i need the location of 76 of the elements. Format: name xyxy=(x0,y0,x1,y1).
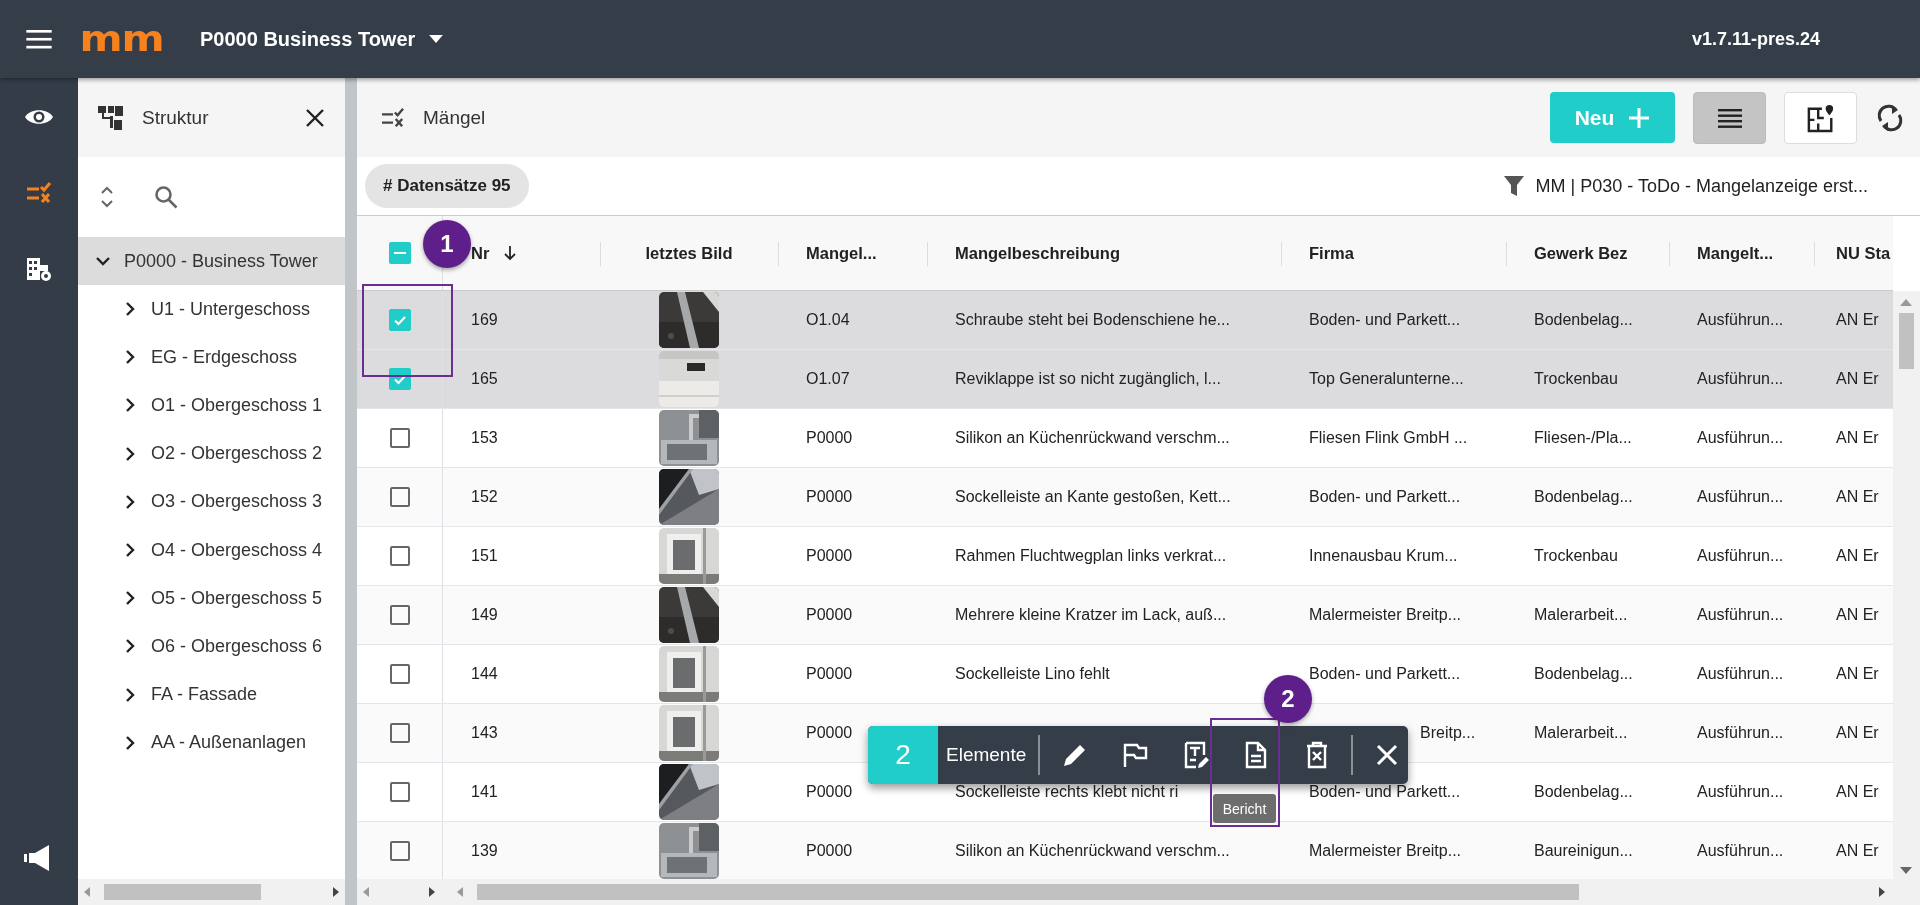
table-cell: Trockenbau xyxy=(1534,370,1618,388)
table-cell: Boden- und Parkett... xyxy=(1309,665,1461,683)
table-cell: P0000 xyxy=(806,606,853,624)
table-cell: AN Er xyxy=(1836,311,1879,329)
table-cell: P0000 xyxy=(806,724,853,742)
table-cell: P0000 xyxy=(806,783,853,801)
selection-count: 2 xyxy=(868,726,938,784)
tooltip: Bericht xyxy=(1213,794,1276,823)
table-cell: AN Er xyxy=(1836,606,1879,624)
table-cell: Ausführun... xyxy=(1697,606,1784,624)
table-cell: Baureinigun... xyxy=(1534,842,1633,860)
table-cell: Ausführun... xyxy=(1697,488,1784,506)
table-cell: Reviklappe ist so nicht zugänglich, l... xyxy=(955,370,1221,388)
table-cell: AN Er xyxy=(1836,429,1879,447)
table-cell: Bodenbelag... xyxy=(1534,488,1633,506)
panel-title: Struktur xyxy=(142,106,209,129)
table-cell: 153 xyxy=(471,429,498,447)
table-cell: Malermeister Breitp... xyxy=(1309,606,1462,624)
selection-label: Elemente xyxy=(945,744,1028,766)
table-cell: 165 xyxy=(471,370,498,388)
table-cell: AN Er xyxy=(1836,547,1879,565)
table-cell: AN Er xyxy=(1836,665,1879,683)
table-cell: Silikon an Küchenrückwand verschm... xyxy=(955,842,1230,860)
table-cell: AN Er xyxy=(1836,724,1879,742)
table-cell: AN Er xyxy=(1836,783,1879,801)
table-cell: Trockenbau xyxy=(1534,547,1618,565)
table-cell: Boden- und Parkett... xyxy=(1309,488,1461,506)
table-cell: P0000 xyxy=(806,842,853,860)
table-cell: Malerarbeit... xyxy=(1534,724,1628,742)
table-cell: P0000 xyxy=(806,488,853,506)
table-cell: 151 xyxy=(471,547,498,565)
table-cell: Fliesen-/Pla... xyxy=(1534,429,1632,447)
table-cell: 141 xyxy=(471,783,498,801)
table-cell: Rahmen Fluchtwegplan links verkrat... xyxy=(955,547,1227,565)
table-cell: AN Er xyxy=(1836,488,1879,506)
table-cell: Sockelleiste Lino fehlt xyxy=(955,665,1110,683)
table-cell: O1.07 xyxy=(806,370,850,388)
page-title: Mängel xyxy=(423,106,486,129)
table-cell: Fliesen Flink GmbH ... xyxy=(1309,429,1468,447)
table-cell: Ausführun... xyxy=(1697,547,1784,565)
table-cell: Sockelleiste rechts klebt nicht ri xyxy=(955,783,1179,801)
table-cell: Boden- und Parkett... xyxy=(1309,783,1461,801)
table-cell: Boden- und Parkett... xyxy=(1309,311,1461,329)
table-cell: Ausführun... xyxy=(1697,370,1784,388)
table-cell: AN Er xyxy=(1836,842,1879,860)
table-cell: Top Generalunterne... xyxy=(1309,370,1464,388)
version-label: v1.7.11-pres.24 xyxy=(1691,28,1820,50)
table-cell: 149 xyxy=(471,606,498,624)
table-cell: Ausführun... xyxy=(1697,724,1784,742)
table-cell: Sockelleiste an Kante gestoßen, Kett... xyxy=(955,488,1231,506)
table-cell: Ausführun... xyxy=(1697,665,1784,683)
table-cell: Malerarbeit... xyxy=(1534,606,1628,624)
table-cell: Innenausbau Krum... xyxy=(1309,547,1458,565)
table-cell: Ausführun... xyxy=(1697,842,1784,860)
table-cell: Breitp... xyxy=(1420,724,1476,742)
table-cell: P0000 xyxy=(806,665,853,683)
table-cell: 144 xyxy=(471,665,498,683)
table-cell: Ausführun... xyxy=(1697,429,1784,447)
table-cell: Mehrere kleine Kratzer im Lack, auß... xyxy=(955,606,1227,624)
table-cell: P0000 xyxy=(806,429,853,447)
table-cell: 169 xyxy=(471,311,498,329)
table-cell: Bodenbelag... xyxy=(1534,665,1633,683)
table-cell: P0000 xyxy=(806,547,853,565)
table-cell: Bodenbelag... xyxy=(1534,783,1633,801)
table-cell: AN Er xyxy=(1836,370,1879,388)
table-cell: 152 xyxy=(471,488,498,506)
table-cell: Ausführun... xyxy=(1697,311,1784,329)
table-cell: Silikon an Küchenrückwand verschm... xyxy=(955,429,1230,447)
table-cell: Malermeister Breitp... xyxy=(1309,842,1462,860)
table-cell: 139 xyxy=(471,842,498,860)
table-cell: 143 xyxy=(471,724,498,742)
table-cell: Ausführun... xyxy=(1697,783,1784,801)
table-cell: O1.04 xyxy=(806,311,850,329)
table-cell: Schraube steht bei Bodenschiene he... xyxy=(955,311,1230,329)
table-cell: Bodenbelag... xyxy=(1534,311,1633,329)
logo: mm xyxy=(79,21,164,57)
